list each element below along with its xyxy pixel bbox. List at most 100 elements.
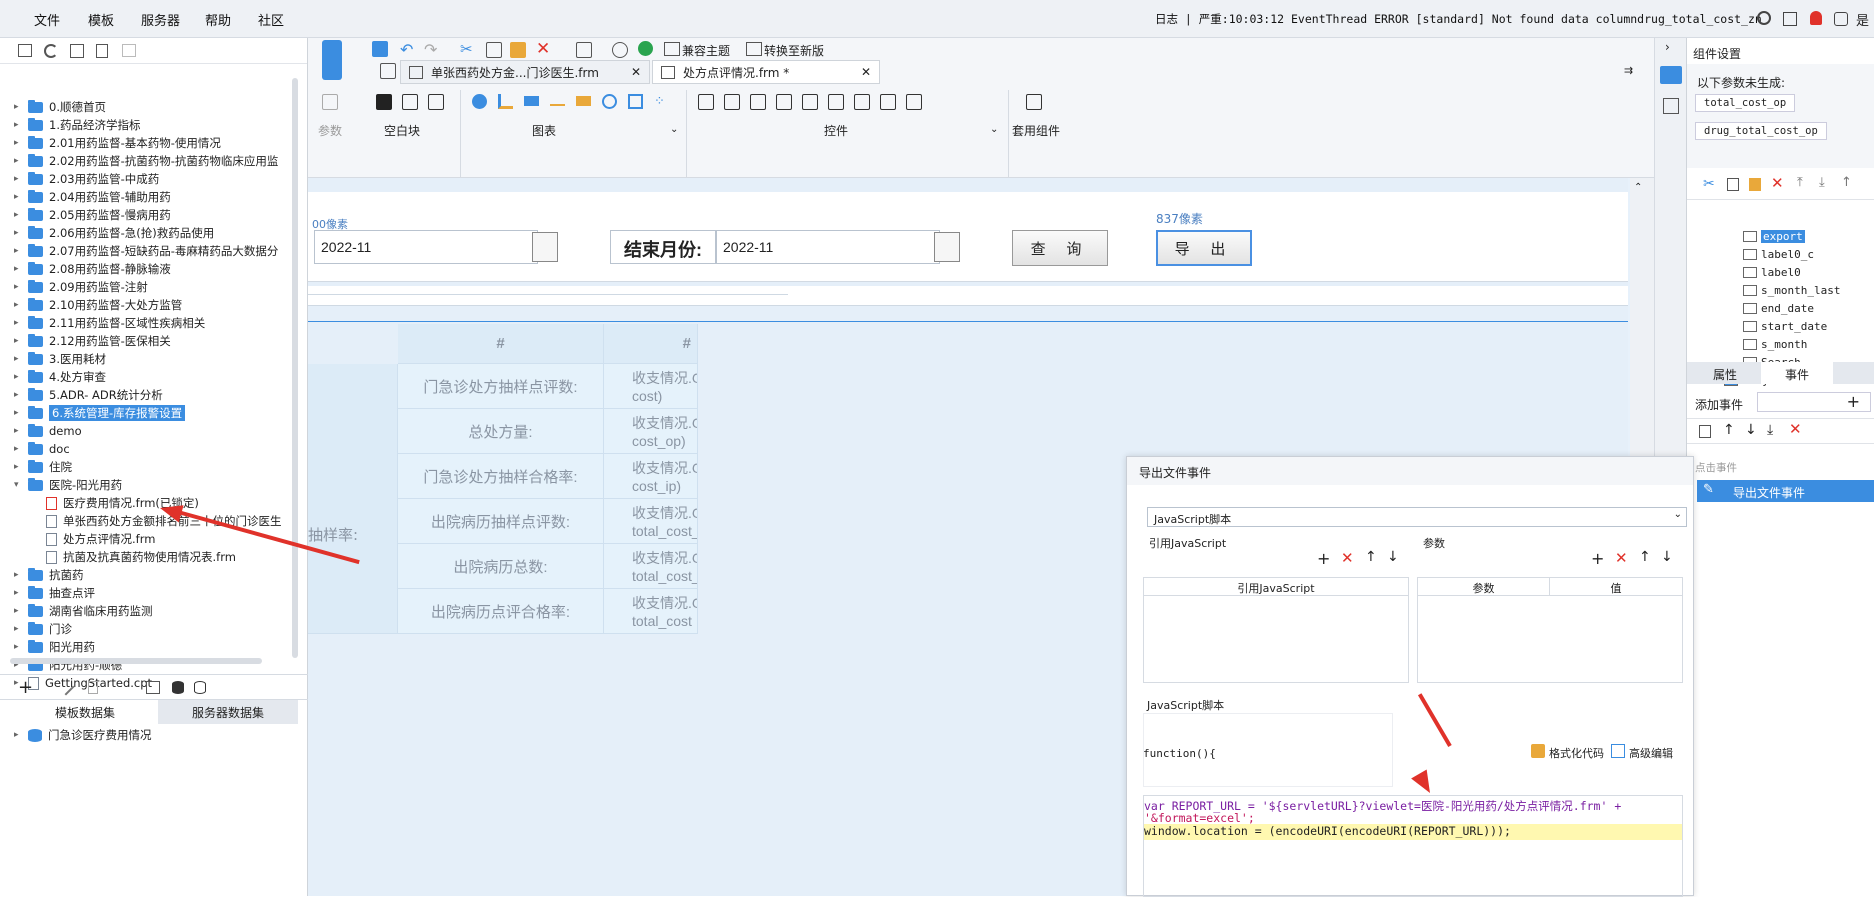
param-chip[interactable]: total_cost_op bbox=[1695, 94, 1796, 112]
report-grid[interactable]: # # 抽样率: 门急诊处方抽样点评数: 收支情况.G cost) 总处方量: 收支情况.G c… bbox=[308, 324, 778, 744]
control-widget-icon[interactable] bbox=[750, 94, 766, 110]
widget-tree-item[interactable]: end_date bbox=[1743, 300, 1814, 316]
nested-component-icon[interactable] bbox=[1026, 94, 1042, 110]
query-button[interactable]: 查 询 bbox=[1012, 230, 1108, 266]
settings-icon[interactable] bbox=[70, 44, 84, 58]
expand-arrow-icon[interactable]: ▸ bbox=[14, 138, 28, 148]
grid-header-cell[interactable]: # bbox=[398, 324, 604, 364]
tree-item[interactable]: ▸ 6.系统管理-库存报警设置 bbox=[14, 404, 186, 422]
move-bottom-icon[interactable]: ⤓ bbox=[1767, 422, 1773, 438]
paste-icon[interactable] bbox=[1749, 178, 1761, 191]
grid-formula-cell[interactable]: 收支情况.G cost_ip) bbox=[604, 454, 698, 499]
tab-server-dataset[interactable]: 服务器数据集 bbox=[158, 700, 298, 724]
tab-template-dataset[interactable]: 模板数据集 bbox=[12, 700, 158, 724]
menu-server[interactable]: 服务器 bbox=[141, 10, 180, 29]
expand-arrow-icon[interactable]: ▸ bbox=[14, 588, 28, 598]
control-widget-icon[interactable] bbox=[776, 94, 792, 110]
copy-icon[interactable] bbox=[1727, 178, 1739, 191]
param-chip[interactable]: drug_total_cost_op bbox=[1695, 122, 1827, 140]
chevron-down-icon[interactable]: ⌄ bbox=[990, 124, 998, 135]
tree-item[interactable]: ▸ 抗菌药 bbox=[14, 566, 84, 584]
delete-icon[interactable]: ✕ bbox=[1789, 420, 1802, 438]
copy-icon[interactable] bbox=[122, 44, 136, 57]
copy-icon[interactable] bbox=[486, 42, 502, 58]
tree-item[interactable]: ▸ 4.处方审查 bbox=[14, 368, 106, 386]
grid-formula-cell[interactable]: 收支情况.G cost) bbox=[604, 364, 698, 409]
expand-arrow-icon[interactable]: ▸ bbox=[14, 282, 28, 292]
tree-item[interactable]: ▸ 3.医用耗材 bbox=[14, 350, 106, 368]
tree-item[interactable]: ▸ 1.药品经济学指标 bbox=[14, 116, 140, 134]
move-bottom-icon[interactable]: ⤓ bbox=[1819, 175, 1825, 190]
pie-chart-icon[interactable] bbox=[472, 94, 487, 109]
grid-formula-cell[interactable]: 收支情况.G total_cost_ bbox=[604, 544, 698, 589]
expand-arrow-icon[interactable]: ▸ bbox=[14, 730, 28, 740]
gauge-chart-icon[interactable] bbox=[602, 94, 617, 109]
tree-item[interactable]: ▸ 抽查点评 bbox=[14, 584, 95, 602]
tree-item[interactable]: ▸ 2.09用药监管-注射 bbox=[14, 278, 148, 296]
search-icon[interactable] bbox=[1757, 11, 1771, 25]
expand-arrow-icon[interactable]: ▸ bbox=[14, 354, 28, 364]
collapse-arrow-icon[interactable]: ▾ bbox=[14, 480, 28, 490]
expand-arrow-icon[interactable]: ▸ bbox=[14, 408, 28, 418]
copy-icon[interactable] bbox=[1699, 425, 1711, 438]
tab-block-icon[interactable] bbox=[428, 94, 444, 110]
template-icon[interactable] bbox=[576, 42, 592, 58]
scatter-chart-icon[interactable]: ⁘ bbox=[654, 94, 665, 109]
control-widget-icon[interactable] bbox=[854, 94, 870, 110]
control-widget-icon[interactable] bbox=[724, 94, 740, 110]
user-icon[interactable] bbox=[1834, 12, 1848, 26]
expand-arrow-icon[interactable]: ▸ bbox=[14, 210, 28, 220]
undo-icon[interactable]: ↶ bbox=[400, 40, 413, 59]
tab-properties[interactable]: 属性 bbox=[1713, 366, 1737, 383]
grid-formula-cell[interactable]: 收支情况.G total_cost_ bbox=[604, 499, 698, 544]
expand-arrow-icon[interactable]: ▸ bbox=[14, 120, 28, 130]
event-item-export[interactable]: ✎ 导出文件事件 bbox=[1697, 480, 1874, 502]
expand-arrow-icon[interactable]: ▸ bbox=[14, 192, 28, 202]
move-top-icon[interactable]: ⤒ bbox=[1797, 175, 1803, 190]
close-icon[interactable]: ✕ bbox=[861, 65, 871, 79]
move-down-icon[interactable]: ↓ bbox=[1661, 549, 1673, 565]
notes-icon[interactable] bbox=[1783, 12, 1797, 26]
tab-menu-icon[interactable]: ⇉ bbox=[1624, 64, 1633, 77]
delete-icon[interactable] bbox=[96, 44, 108, 58]
event-type-select[interactable]: JavaScript脚本 ⌄ bbox=[1147, 507, 1687, 527]
menu-file[interactable]: 文件 bbox=[34, 10, 60, 29]
tree-item[interactable]: ▸ 2.07用药监督-短缺药品-毒麻精药品大数据分 bbox=[14, 242, 278, 260]
log-status[interactable]: 日志 | 严重:10:03:12 EventThread ERROR [stan… bbox=[1155, 11, 1762, 27]
add-icon[interactable]: + bbox=[18, 677, 33, 698]
param-icon[interactable] bbox=[322, 94, 338, 110]
grid-label-cell[interactable]: 总处方量: bbox=[398, 409, 604, 454]
tree-item[interactable]: ▸ 2.11用药监督-区域性疾病相关 bbox=[14, 314, 205, 332]
dataset-item[interactable]: ▸ 门急诊医疗费用情况 bbox=[14, 726, 152, 744]
preview-icon[interactable] bbox=[146, 681, 160, 694]
grid-side-cell[interactable] bbox=[308, 364, 398, 634]
add-event-button[interactable]: + bbox=[1757, 392, 1871, 412]
menu-template[interactable]: 模板 bbox=[88, 10, 114, 29]
widget-tree-item[interactable]: s_month bbox=[1743, 336, 1807, 352]
tree-vscrollbar[interactable] bbox=[292, 78, 298, 658]
widget-tree-item[interactable]: start_date bbox=[1743, 318, 1827, 334]
expand-arrow-icon[interactable]: ▸ bbox=[14, 426, 28, 436]
refresh-icon[interactable] bbox=[44, 44, 58, 58]
bar-chart-icon[interactable] bbox=[498, 94, 513, 109]
tree-item[interactable]: ▸ 2.01用药监督-基本药物-使用情况 bbox=[14, 134, 221, 152]
new-folder-icon[interactable] bbox=[18, 44, 32, 57]
end-month-input[interactable]: 2022-11 bbox=[716, 230, 940, 264]
grid-label-cell[interactable]: 门急诊处方抽样合格率: bbox=[398, 454, 604, 499]
control-widget-icon[interactable] bbox=[698, 94, 714, 110]
blank-block-icon[interactable] bbox=[376, 94, 392, 110]
delete-icon[interactable]: ✕ bbox=[536, 39, 550, 59]
chevron-right-icon[interactable]: › bbox=[1665, 40, 1670, 54]
expand-arrow-icon[interactable]: ▸ bbox=[14, 228, 28, 238]
expand-arrow-icon[interactable]: ▸ bbox=[14, 624, 28, 634]
tree-item[interactable]: ▸ 2.05用药监督-慢病用药 bbox=[14, 206, 171, 224]
bell-icon[interactable] bbox=[1810, 11, 1822, 25]
params-table[interactable]: 参数 值 bbox=[1417, 577, 1683, 683]
tree-item[interactable]: ▸ 湖南省临床用药监测 bbox=[14, 602, 153, 620]
start-month-input[interactable]: 2022-11 bbox=[314, 230, 538, 264]
menu-help[interactable]: 帮助 bbox=[205, 10, 231, 29]
control-widget-icon[interactable] bbox=[802, 94, 818, 110]
top-right-extra[interactable]: 是 bbox=[1856, 10, 1869, 29]
cut-icon[interactable]: ✂ bbox=[460, 40, 473, 58]
advanced-edit-button[interactable]: 高级编辑 bbox=[1629, 745, 1673, 761]
